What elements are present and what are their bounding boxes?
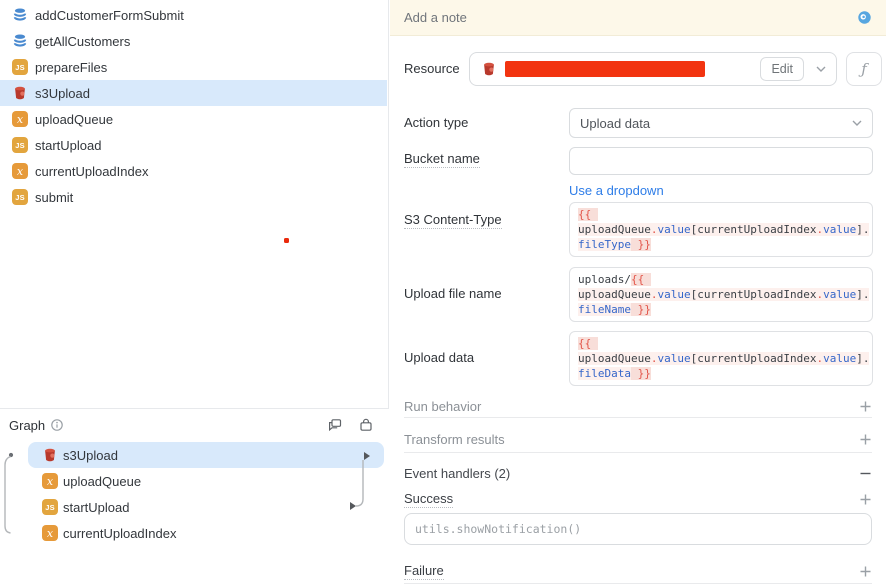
query-sidebar: addCustomerFormSubmit getAllCustomers JS pr… [0,0,389,585]
bucket-name-input[interactable] [569,147,873,175]
info-icon [50,418,64,432]
query-item-label: uploadQueue [35,112,113,127]
resource-name-redacted [505,61,705,77]
js-icon: JS [42,499,58,515]
note-placeholder: Add a note [404,10,467,25]
variable-icon: x [42,473,58,489]
graph-header: Graph [0,409,389,441]
chevron-down-icon[interactable] [812,66,830,72]
event-handlers-section[interactable]: Event handlers (2) [404,463,872,483]
export-icon[interactable] [355,414,377,436]
divider [404,452,872,453]
query-item-getAllCustomers[interactable]: getAllCustomers [0,28,387,54]
js-icon: JS [12,137,28,153]
success-handler-value: utils.showNotification() [415,522,581,536]
graph-title: Graph [9,418,45,433]
note-pen-icon[interactable] [857,10,872,25]
edit-resource-button[interactable]: Edit [760,57,804,81]
action-type-label: Action type [404,115,468,130]
transform-results-section[interactable]: Transform results [404,429,872,449]
query-item-addCustomerFormSubmit[interactable]: addCustomerFormSubmit [0,2,387,28]
function-mode-button[interactable]: ƒ [846,52,882,86]
js-icon: JS [12,189,28,205]
graph-node-list: s3UploadxuploadQueueJSstartUploadxcurren… [0,442,389,546]
query-item-startUpload[interactable]: JS startUpload [0,132,387,158]
graph-node-label: startUpload [63,500,129,515]
graph-node-label: s3Upload [63,448,118,463]
canvas-marker-dot [284,238,289,243]
file-name-label: Upload file name [404,286,502,301]
add-success-handler-plus-icon[interactable] [859,493,872,506]
resource-select[interactable]: Edit [469,52,837,86]
database-icon [12,7,28,23]
s3-icon [42,447,58,463]
query-item-label: submit [35,190,73,205]
comment-icon[interactable] [324,414,346,436]
run-behavior-section[interactable]: Run behavior [404,396,872,416]
js-icon: JS [12,59,28,75]
query-item-uploadQueue[interactable]: x uploadQueue [0,106,387,132]
add-failure-handler-plus-icon[interactable] [859,565,872,578]
query-item-label: currentUploadIndex [35,164,148,179]
graph-node-currentUploadIndex[interactable]: x currentUploadIndex [0,520,389,546]
success-handlers-row: Success [404,489,872,509]
note-bar[interactable]: Add a note [390,0,886,36]
variable-icon: x [42,525,58,541]
plus-icon[interactable] [859,433,872,446]
query-item-s3Upload[interactable]: s3Upload [0,80,387,106]
query-item-label: s3Upload [35,86,90,101]
query-item-label: prepareFiles [35,60,107,75]
graph-node-label: uploadQueue [63,474,141,489]
graph-node-startUpload[interactable]: JS startUpload [0,494,389,520]
query-item-label: startUpload [35,138,101,153]
file-name-code-input[interactable]: uploads/{{ uploadQueue.value[currentUplo… [569,267,873,322]
query-item-prepareFiles[interactable]: JS prepareFiles [0,54,387,80]
query-list: addCustomerFormSubmit getAllCustomers JS pr… [0,2,387,210]
success-label: Success [404,491,453,508]
query-item-submit[interactable]: JS submit [0,184,387,210]
database-icon [12,33,28,49]
content-type-code-input[interactable]: {{ uploadQueue.value[currentUploadIndex.… [569,202,873,257]
action-type-value: Upload data [580,116,650,131]
action-type-select[interactable]: Upload data [569,108,873,138]
resource-label: Resource [404,61,460,76]
failure-handlers-row: Failure [404,561,872,581]
s3-icon [481,61,497,77]
graph-node-label: currentUploadIndex [63,526,176,541]
run-behavior-label: Run behavior [404,399,481,414]
divider [404,583,872,584]
bucket-name-label: Bucket name [404,151,480,168]
query-config-panel: Add a note Resource Edit ƒ Action type U… [390,0,886,585]
minus-icon[interactable] [859,467,872,480]
query-item-label: addCustomerFormSubmit [35,8,184,23]
upload-data-code-input[interactable]: {{ uploadQueue.value[currentUploadIndex.… [569,331,873,386]
divider [404,417,872,418]
failure-label: Failure [404,563,444,580]
variable-icon: x [12,163,28,179]
transform-results-label: Transform results [404,432,505,447]
success-handler-input[interactable]: utils.showNotification() [404,513,872,545]
use-dropdown-link[interactable]: Use a dropdown [569,183,664,198]
variable-icon: x [12,111,28,127]
upload-data-label: Upload data [404,350,474,365]
chevron-down-icon [852,120,862,126]
graph-panel: Graph s3Upload x uploadQueue JS startUpload x… [0,408,389,585]
query-editor-app: addCustomerFormSubmit getAllCustomers JS pr… [0,0,886,585]
graph-node-s3Upload[interactable]: s3Upload [0,442,389,468]
plus-icon[interactable] [859,400,872,413]
event-handlers-label: Event handlers (2) [404,466,510,481]
s3-icon [12,85,28,101]
query-item-label: getAllCustomers [35,34,130,49]
content-type-label: S3 Content-Type [404,212,502,229]
graph-node-uploadQueue[interactable]: x uploadQueue [0,468,389,494]
query-item-currentUploadIndex[interactable]: x currentUploadIndex [0,158,387,184]
